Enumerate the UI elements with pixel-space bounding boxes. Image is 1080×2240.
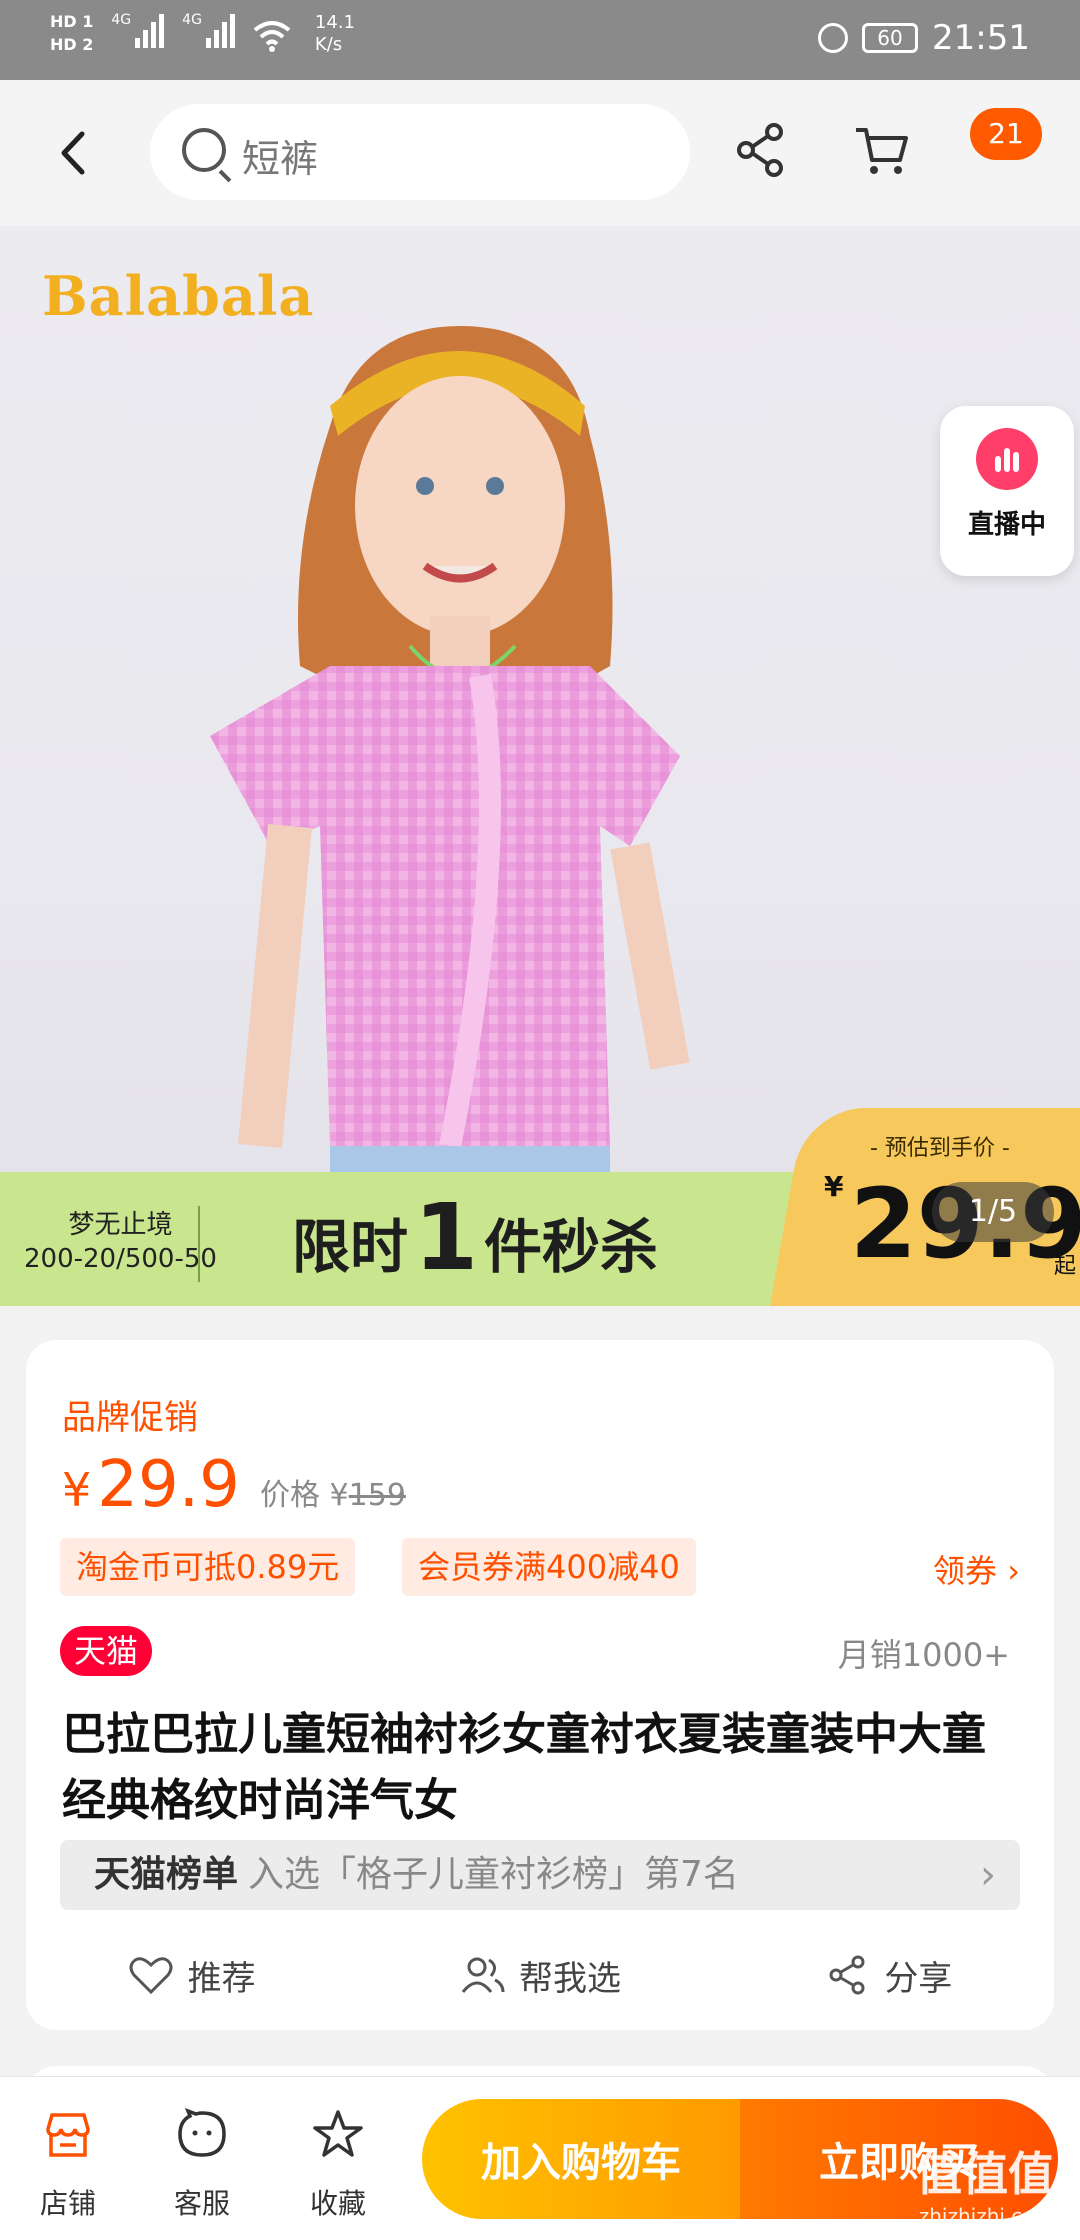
current-price: ¥29.9 bbox=[62, 1448, 240, 1522]
signal-bars-2-icon bbox=[205, 12, 235, 48]
signal-2: 4G bbox=[182, 12, 235, 48]
carousel-pager: 1/5 bbox=[932, 1182, 1054, 1242]
net-speed-unit: K/s bbox=[314, 34, 343, 55]
store-label: 店铺 bbox=[39, 2187, 96, 2220]
watermark: 值值值 zhizhizhi.com bbox=[916, 2138, 1054, 2228]
share-product-button[interactable]: 分享 bbox=[824, 1951, 952, 2000]
promo-headline-pre: 限时 bbox=[292, 1213, 409, 1281]
battery-level: 60 bbox=[877, 26, 903, 50]
estimated-price-currency: ¥ bbox=[824, 1170, 844, 1203]
recommend-button[interactable]: 推荐 bbox=[128, 1951, 256, 2000]
promo-headline-number: 1 bbox=[414, 1184, 479, 1291]
monthly-sales: 月销1000+ bbox=[837, 1636, 1010, 1674]
clock: 21:51 bbox=[932, 18, 1030, 58]
divider bbox=[198, 1206, 200, 1282]
battery-icon: 60 bbox=[862, 23, 919, 53]
network-type-1: 4G bbox=[111, 12, 132, 28]
watermark-url: zhizhizhi.com bbox=[918, 2204, 1054, 2228]
product-title: 巴拉巴拉儿童短袖衬衫女童衬衣夏装童装中大童经典格纹时尚洋气女 bbox=[62, 1709, 986, 1826]
status-bar: HD 1 HD 2 4G 4G 14.1 K/s 60 21:51 bbox=[0, 0, 1080, 80]
promo-campaign: 梦无止境 200-20/500-50 bbox=[24, 1208, 217, 1276]
chevron-left-icon bbox=[61, 131, 85, 175]
promo-campaign-title: 梦无止境 bbox=[68, 1210, 173, 1240]
share-icon bbox=[737, 123, 783, 177]
tab-store[interactable]: 店铺 bbox=[18, 2107, 118, 2222]
product-actions: 推荐 帮我选 分享 bbox=[26, 1940, 1054, 2010]
heart-icon bbox=[129, 1957, 173, 1995]
product-info-card: 品牌促销 ¥29.9 价格 ¥159 淘金币可抵0.89元 会员券满400减40… bbox=[26, 1340, 1054, 2030]
chevron-right-icon: › bbox=[1007, 1552, 1020, 1590]
customer-service-label: 客服 bbox=[173, 2187, 230, 2220]
chevron-right-icon: › bbox=[980, 1852, 996, 1898]
watermark-logo: 值值值 bbox=[916, 2147, 1054, 2201]
brand-promo-label: 品牌促销 bbox=[62, 1398, 198, 1438]
signal-1: 4G bbox=[111, 12, 165, 48]
favorite-label: 收藏 bbox=[309, 2187, 366, 2220]
wifi-icon bbox=[253, 21, 291, 52]
hd1-label: HD bbox=[50, 12, 77, 31]
alarm-icon bbox=[818, 23, 849, 53]
cart-badge[interactable]: 21 bbox=[970, 108, 1042, 160]
live-stream-button[interactable]: 直播中 bbox=[940, 406, 1074, 576]
store-icon bbox=[46, 2113, 90, 2157]
live-icon bbox=[976, 428, 1038, 490]
top-nav: 短裤 21 bbox=[0, 80, 1080, 226]
original-price-value: 159 bbox=[348, 1478, 406, 1513]
share-label: 分享 bbox=[884, 1958, 953, 1999]
cart-button[interactable] bbox=[852, 120, 918, 186]
promo-headline: 限时 1 件秒杀 bbox=[292, 1192, 658, 1284]
product-photo bbox=[210, 326, 690, 1236]
add-to-cart-button[interactable]: 加入购物车 bbox=[422, 2099, 740, 2219]
search-icon bbox=[182, 128, 226, 172]
estimated-price-suffix: 起 bbox=[1053, 1254, 1076, 1279]
original-price: 价格 ¥159 bbox=[260, 1470, 406, 1514]
ranking-title: 天猫榜单 bbox=[94, 1854, 239, 1895]
price-value: 29.9 bbox=[97, 1448, 240, 1522]
tmall-badge: 天猫 bbox=[60, 1626, 153, 1676]
chat-icon bbox=[178, 2107, 226, 2157]
coupon-taojinbi[interactable]: 淘金币可抵0.89元 bbox=[60, 1538, 356, 1596]
sim-indicators: HD 1 HD 2 bbox=[50, 12, 93, 54]
promo-headline-post: 件秒杀 bbox=[484, 1213, 659, 1281]
tab-favorite[interactable]: 收藏 bbox=[288, 2107, 388, 2222]
recommend-label: 推荐 bbox=[187, 1958, 256, 1999]
share-icon bbox=[829, 1955, 865, 1995]
people-icon bbox=[461, 1957, 505, 1993]
share-button[interactable] bbox=[732, 120, 798, 186]
coupon-member[interactable]: 会员券满400减40 bbox=[402, 1538, 696, 1596]
get-coupon-label: 领券 bbox=[933, 1552, 998, 1590]
original-price-currency: ¥ bbox=[329, 1478, 349, 1513]
net-speed-value: 14.1 bbox=[314, 12, 355, 33]
net-speed: 14.1 K/s bbox=[315, 12, 355, 56]
get-coupon-button[interactable]: 领券 › bbox=[933, 1546, 1020, 1592]
cart-icon bbox=[856, 128, 908, 174]
status-right: 60 21:51 bbox=[818, 18, 1030, 58]
search-placeholder: 短裤 bbox=[242, 137, 319, 181]
promo-campaign-rule: 200-20/500-50 bbox=[24, 1244, 217, 1274]
product-image-carousel[interactable]: Balabala 直播中 梦无止境 200-20/500-50 限时 1 件秒杀… bbox=[0, 226, 1080, 1306]
original-price-label: 价格 bbox=[260, 1478, 320, 1513]
help-me-choose-label: 帮我选 bbox=[518, 1958, 621, 1999]
tmall-ranking-bar[interactable]: 天猫榜单 入选「格子儿童衬衫榜」第7名 › bbox=[60, 1840, 1020, 1910]
estimated-price-label: - 预估到手价 - bbox=[870, 1136, 1010, 1161]
bottom-action-bar: 店铺 客服 收藏 加入购物车 立即购买 值值值 zhizhizhi.com bbox=[0, 2076, 1080, 2240]
ranking-text: 入选「格子儿童衬衫榜」第7名 bbox=[248, 1854, 739, 1895]
help-me-choose-button[interactable]: 帮我选 bbox=[459, 1951, 621, 2000]
status-left: HD 1 HD 2 4G 4G 14.1 K/s bbox=[50, 12, 355, 56]
signal-bars-1-icon bbox=[135, 12, 165, 48]
price-currency: ¥ bbox=[62, 1463, 92, 1517]
network-type-2: 4G bbox=[182, 12, 202, 28]
tab-customer-service[interactable]: 客服 bbox=[152, 2107, 252, 2222]
hd1-sim-number: 1 bbox=[82, 12, 94, 31]
hd2-sim-number: 2 bbox=[82, 35, 94, 54]
hd2-label: HD bbox=[50, 35, 77, 54]
search-bar[interactable]: 短裤 bbox=[150, 104, 690, 200]
star-icon bbox=[313, 2110, 363, 2157]
live-label: 直播中 bbox=[967, 510, 1046, 540]
back-button[interactable] bbox=[52, 120, 112, 186]
